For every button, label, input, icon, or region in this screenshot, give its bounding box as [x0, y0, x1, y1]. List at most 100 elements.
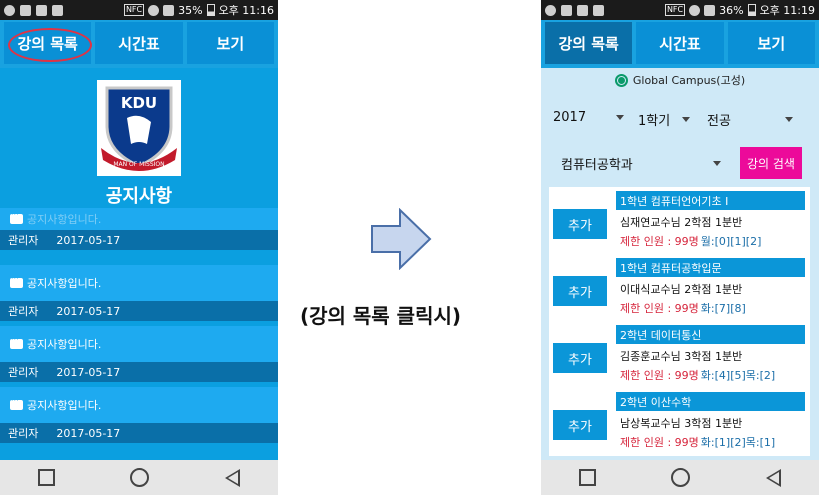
course-info: 제한 인원 : 99명 월:[0][1][2]	[620, 233, 761, 249]
notice-date: 2017-05-17	[56, 233, 121, 247]
notice-meta: 관리자 2017-05-17	[0, 230, 278, 250]
back-icon[interactable]	[766, 468, 782, 487]
status-bar: NFC 35% 오후 11:16	[0, 0, 278, 20]
course-item: 추가 2학년 이산수학 남상복교수님 3학점 1분반 제한 인원 : 99명 화:…	[549, 388, 810, 454]
nfc-icon: NFC	[123, 4, 145, 16]
notice-date: 2017-05-17	[56, 426, 121, 440]
notice-author: 관리자	[8, 366, 39, 379]
department-value: 컴퓨터공학과	[561, 158, 633, 173]
course-professor: 이대식교수님 2학점 1분반	[620, 283, 743, 296]
notice-text: 공지사항입니다.	[27, 213, 102, 226]
course-time: 화:[7][8]	[700, 302, 746, 315]
department-select[interactable]: 컴퓨터공학과	[561, 154, 721, 173]
tab-timetable[interactable]: 시간표	[95, 22, 183, 64]
message-icon	[10, 210, 23, 224]
kdu-shield-icon: KDU MAN OF MISSION	[101, 86, 177, 171]
tab-timetable[interactable]: 시간표	[636, 22, 724, 64]
app-icon	[4, 4, 15, 16]
wifi-icon	[689, 4, 701, 16]
phone-screen-course-list: NFC 36% 오후 11:19 강의 목록 시간표 보기 Global Cam…	[541, 0, 819, 495]
course-info: 제한 인원 : 99명 화:[1][2]목:[1]	[620, 434, 775, 450]
notice-body: 공지사항입니다.	[0, 208, 278, 230]
course-professor: 김종훈교수님 3학점 1분반	[620, 350, 743, 363]
tab-label: 시간표	[659, 34, 701, 53]
notice-item[interactable]: 공지사항입니다. 관리자 2017-05-17	[0, 326, 278, 382]
message-icon	[10, 274, 23, 288]
tab-view[interactable]: 보기	[727, 22, 815, 64]
course-title: 2학년 데이터통신	[616, 325, 805, 344]
dropdown-caret-icon	[682, 117, 691, 122]
battery-icon	[206, 4, 215, 16]
year-value: 2017	[553, 110, 587, 125]
tab-bar: 강의 목록 시간표 보기	[0, 20, 278, 68]
notice-author: 관리자	[8, 305, 39, 318]
course-limit: 제한 인원 : 99명	[620, 369, 699, 382]
course-item: 추가 1학년 컴퓨터공학입문 이대식교수님 2학점 1분반 제한 인원 : 99…	[549, 254, 810, 320]
radio-selected-icon[interactable]	[614, 73, 628, 87]
course-search-button[interactable]: 강의 검색	[740, 147, 802, 179]
kdu-logo: KDU MAN OF MISSION	[97, 80, 181, 176]
caption: (강의 목록 클릭시)	[300, 304, 462, 328]
course-professor: 남상복교수님 3학점 1분반	[620, 417, 743, 430]
campus-radio[interactable]: Global Campus(고성)	[541, 70, 819, 90]
android-nav-bar	[0, 460, 278, 495]
notice-text: 공지사항입니다.	[27, 399, 102, 412]
course-time: 화:[4][5]목:[2]	[700, 369, 776, 382]
notice-author: 관리자	[8, 234, 39, 247]
notice-item[interactable]: 공지사항입니다. 관리자 2017-05-17	[0, 208, 278, 250]
notice-meta: 관리자 2017-05-17	[0, 362, 278, 382]
signal-icon	[704, 4, 716, 16]
add-course-button[interactable]: 추가	[553, 276, 607, 306]
course-time: 월:[0][1][2]	[700, 235, 762, 248]
notice-text: 공지사항입니다.	[27, 277, 102, 290]
tab-view[interactable]: 보기	[186, 22, 274, 64]
notice-title: 공지사항	[105, 186, 173, 207]
recent-apps-icon[interactable]	[578, 469, 596, 486]
course-professor: 심재연교수님 2학점 1분반	[620, 216, 743, 229]
clock: 오후 11:19	[759, 4, 815, 17]
course-limit: 제한 인원 : 99명	[620, 436, 699, 449]
battery-percent: 35%	[178, 3, 203, 17]
dropdown-caret-icon	[616, 115, 625, 120]
usb-icon	[577, 4, 588, 16]
category-select[interactable]: 전공	[707, 110, 793, 129]
add-course-button[interactable]: 추가	[553, 343, 607, 373]
notice-panel: KDU MAN OF MISSION 공지사항 공지사항입니다. 관리자 201…	[0, 68, 278, 460]
semester-select[interactable]: 1학기	[638, 110, 691, 129]
dropdown-caret-icon	[712, 161, 721, 166]
message-icon	[10, 396, 23, 410]
image-icon	[20, 4, 31, 16]
tab-label: 보기	[216, 34, 245, 53]
logo-text: KDU	[121, 94, 157, 112]
add-course-button[interactable]: 추가	[553, 209, 607, 239]
usb-icon	[36, 4, 47, 16]
tab-course-list[interactable]: 강의 목록	[545, 22, 633, 64]
home-icon[interactable]	[671, 468, 691, 487]
year-select[interactable]: 2017	[553, 110, 625, 125]
course-item: 추가 1학년 컴퓨터언어기초 I 심재연교수님 2학점 1분반 제한 인원 : …	[549, 187, 810, 253]
wifi-icon	[148, 4, 160, 16]
dropdown-caret-icon	[784, 117, 793, 122]
course-info: 제한 인원 : 99명 화:[4][5]목:[2]	[620, 367, 775, 383]
notice-item[interactable]: 공지사항입니다. 관리자 2017-05-17	[0, 265, 278, 321]
campus-label: Global Campus(고성)	[632, 74, 746, 87]
notice-body: 공지사항입니다.	[0, 326, 278, 362]
back-icon[interactable]	[225, 468, 241, 487]
recent-apps-icon[interactable]	[37, 469, 55, 486]
course-title: 2학년 이산수학	[616, 392, 805, 411]
notice-item[interactable]: 공지사항입니다. 관리자 2017-05-17	[0, 387, 278, 443]
phone-screen-notices: NFC 35% 오후 11:16 강의 목록 시간표 보기 KDU MAN OF…	[0, 0, 278, 495]
course-title: 1학년 컴퓨터공학입문	[616, 258, 805, 277]
tab-label: 시간표	[118, 34, 160, 53]
android-icon	[52, 4, 63, 16]
tab-course-list[interactable]: 강의 목록	[4, 22, 92, 64]
home-icon[interactable]	[130, 468, 150, 487]
message-icon	[10, 335, 23, 349]
nfc-icon: NFC	[664, 4, 686, 16]
android-nav-bar	[541, 460, 819, 495]
tab-bar: 강의 목록 시간표 보기	[541, 20, 819, 68]
notice-meta: 관리자 2017-05-17	[0, 301, 278, 321]
course-time: 화:[1][2]목:[1]	[700, 436, 776, 449]
notice-meta: 관리자 2017-05-17	[0, 423, 278, 443]
add-course-button[interactable]: 추가	[553, 410, 607, 440]
